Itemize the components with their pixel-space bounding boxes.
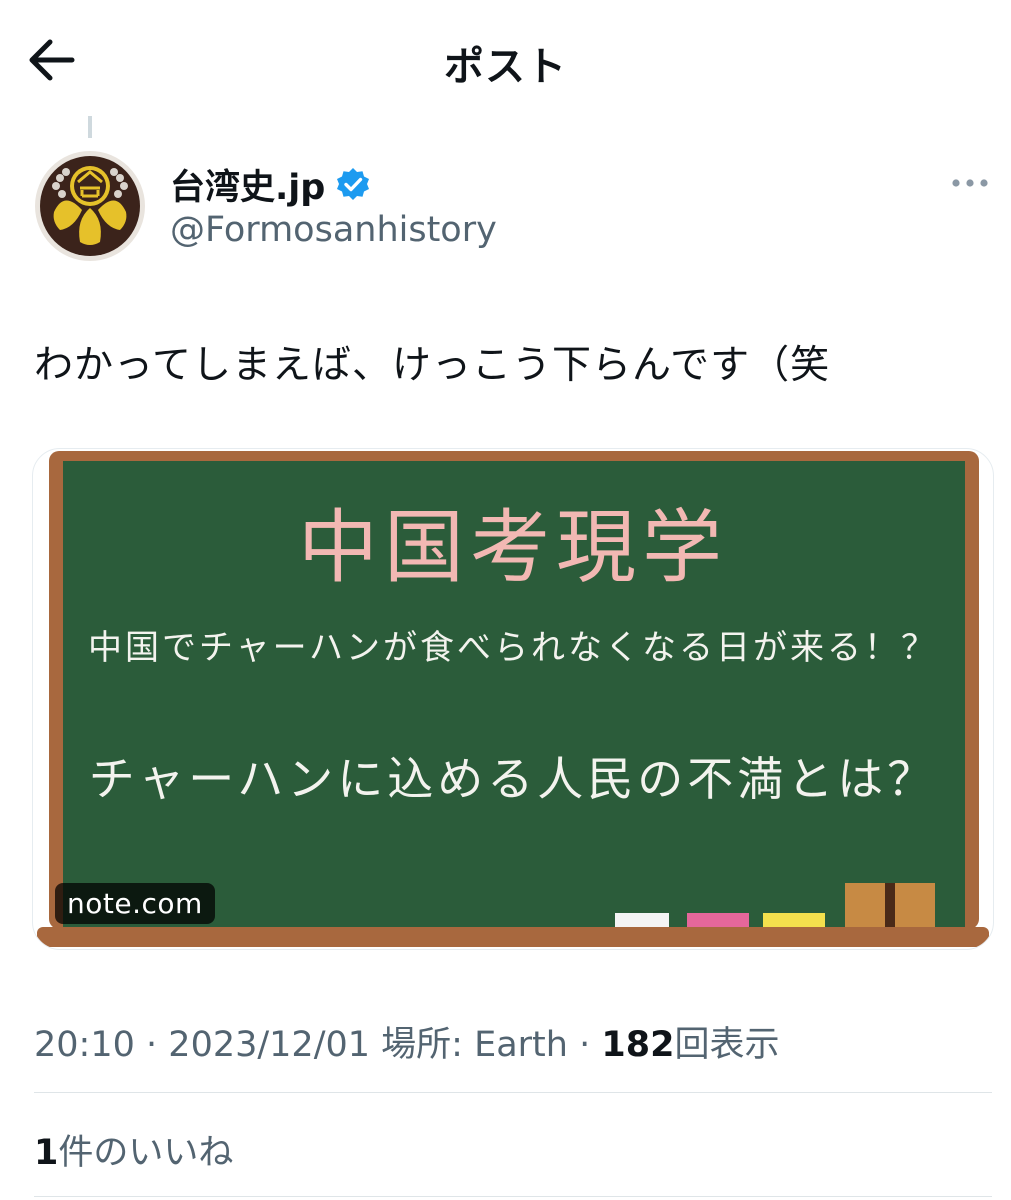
avatar-emblem-icon bbox=[35, 151, 145, 261]
tweet-text: わかってしまえば、けっこう下らんです（笑 bbox=[34, 343, 831, 388]
avatar[interactable] bbox=[34, 150, 146, 262]
divider bbox=[34, 1196, 992, 1197]
likes-link[interactable]: 1件のいいね bbox=[34, 1124, 233, 1175]
views-count: 182 bbox=[601, 1025, 675, 1065]
card-subtitle: 中国でチャーハンが食べられなくなる日が来る！？ bbox=[88, 628, 938, 668]
author-display-name[interactable]: 台湾史.jp bbox=[170, 159, 325, 210]
likes-count: 1 bbox=[34, 1133, 59, 1173]
post-time[interactable]: 20:10 bbox=[34, 1025, 135, 1065]
card-domain: note.com bbox=[55, 883, 215, 924]
card-question: チャーハンに込める人民の不満とは？ bbox=[89, 752, 938, 806]
more-options-icon bbox=[952, 179, 988, 187]
post-meta: 20:10 · 2023/12/01 場所: Earth · 182回表示 bbox=[34, 1016, 779, 1067]
header: ポスト bbox=[0, 0, 1011, 118]
page-title: ポスト bbox=[444, 44, 567, 90]
likes-label: 件のいいね bbox=[58, 1133, 234, 1173]
thread-connector bbox=[88, 116, 92, 138]
divider bbox=[34, 1092, 992, 1093]
meta-separator: · bbox=[579, 1025, 591, 1065]
link-card[interactable]: 中国考現学 中国でチャーハンが食べられなくなる日が来る！？ チャーハンに込める人… bbox=[32, 448, 994, 950]
author-name-row: 台湾史.jp bbox=[170, 162, 371, 208]
more-options-button[interactable] bbox=[948, 168, 992, 198]
author-handle[interactable]: @Formosanhistory bbox=[170, 210, 497, 250]
card-image: 中国考現学 中国でチャーハンが食べられなくなる日が来る！？ チャーハンに込める人… bbox=[37, 451, 989, 947]
verified-badge-icon bbox=[337, 168, 370, 200]
post-date[interactable]: 2023/12/01 bbox=[168, 1025, 370, 1065]
post-location: 場所: Earth bbox=[381, 1025, 568, 1065]
card-title: 中国考現学 bbox=[298, 501, 728, 594]
views-label: 回表示 bbox=[674, 1025, 780, 1065]
meta-separator: · bbox=[146, 1025, 158, 1065]
